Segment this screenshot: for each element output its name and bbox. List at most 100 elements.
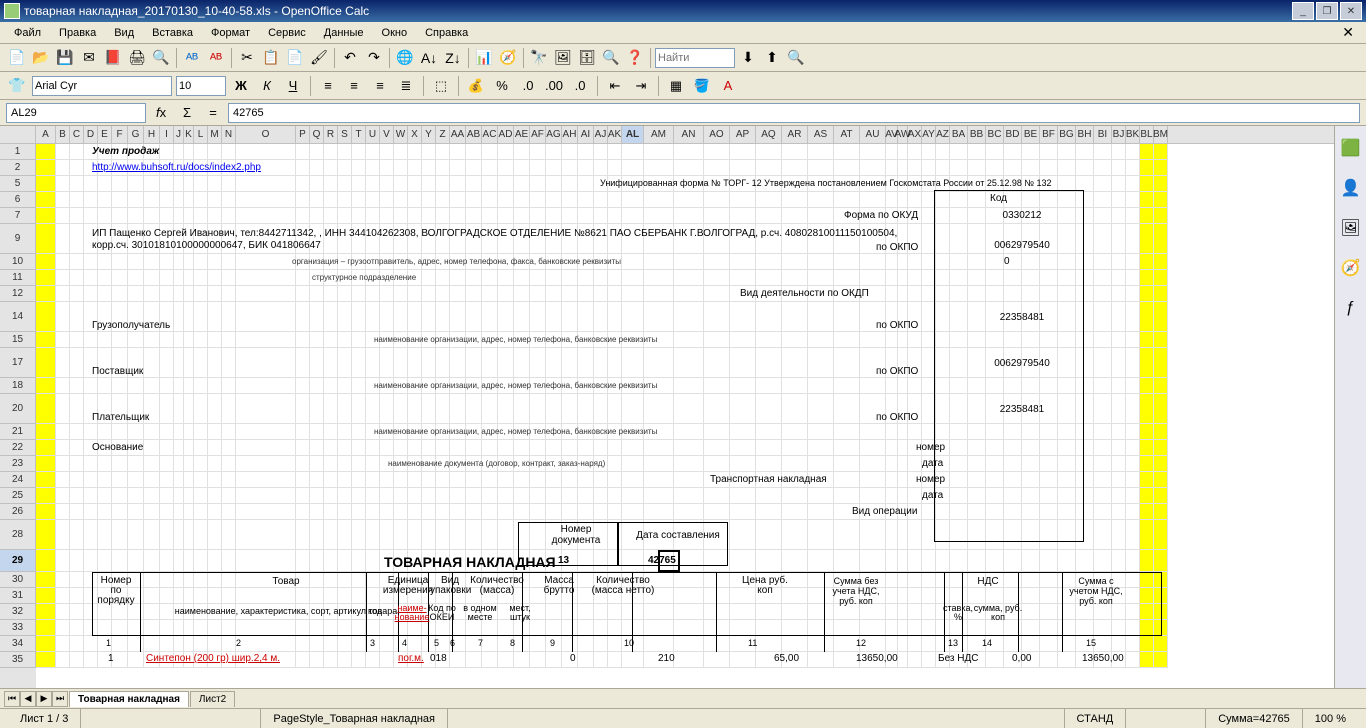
col-header-P[interactable]: P: [296, 126, 310, 143]
col-header-BB[interactable]: BB: [968, 126, 986, 143]
chart-icon[interactable]: 📊: [473, 47, 495, 69]
row-header-31[interactable]: 31: [0, 588, 36, 604]
italic-icon[interactable]: К: [256, 75, 278, 97]
row-header-24[interactable]: 24: [0, 472, 36, 488]
redo-icon[interactable]: ↷: [363, 47, 385, 69]
col-header-X[interactable]: X: [408, 126, 422, 143]
col-header-AK[interactable]: AK: [608, 126, 622, 143]
row-header-6[interactable]: 6: [0, 192, 36, 208]
col-header-BG[interactable]: BG: [1058, 126, 1076, 143]
col-header-T[interactable]: T: [352, 126, 366, 143]
row-header-29[interactable]: 29: [0, 550, 36, 572]
col-header-V[interactable]: V: [380, 126, 394, 143]
doc-close-icon[interactable]: ✕: [1336, 24, 1360, 41]
menu-edit[interactable]: Правка: [51, 25, 104, 41]
col-header-N[interactable]: N: [222, 126, 236, 143]
row-header-34[interactable]: 34: [0, 636, 36, 652]
menu-help[interactable]: Справка: [417, 25, 476, 41]
row-header-35[interactable]: 35: [0, 652, 36, 668]
menu-insert[interactable]: Вставка: [144, 25, 201, 41]
zoom-icon[interactable]: 🔍: [600, 47, 622, 69]
row-header-26[interactable]: 26: [0, 504, 36, 520]
col-header-M[interactable]: M: [208, 126, 222, 143]
properties-icon[interactable]: 🟩: [1339, 136, 1363, 160]
styles-panel-icon[interactable]: 👤: [1339, 176, 1363, 200]
pdf-icon[interactable]: 📕: [102, 47, 124, 69]
help-icon[interactable]: ❓: [624, 47, 646, 69]
row-header-5[interactable]: 5: [0, 176, 36, 192]
find-next-icon[interactable]: ⬆: [761, 47, 783, 69]
align-right-icon[interactable]: ≡: [369, 75, 391, 97]
col-header-C[interactable]: C: [70, 126, 84, 143]
col-header-AC[interactable]: AC: [482, 126, 498, 143]
sort-asc-icon[interactable]: A↓: [418, 47, 440, 69]
col-header-A[interactable]: A: [36, 126, 56, 143]
border-icon[interactable]: ▦: [665, 75, 687, 97]
styles-icon[interactable]: 👕: [6, 75, 28, 97]
col-header-AA[interactable]: AA: [450, 126, 466, 143]
inc-indent-icon[interactable]: ⇥: [630, 75, 652, 97]
navigator-panel-icon[interactable]: 🧭: [1339, 256, 1363, 280]
row-header-33[interactable]: 33: [0, 620, 36, 636]
col-header-AY[interactable]: AY: [922, 126, 936, 143]
formula-input[interactable]: [228, 103, 1360, 123]
row-header-28[interactable]: 28: [0, 520, 36, 550]
underline-icon[interactable]: Ч: [282, 75, 304, 97]
paste-icon[interactable]: 📄: [284, 47, 306, 69]
col-header-AL[interactable]: AL: [622, 126, 644, 143]
merge-icon[interactable]: ⬚: [430, 75, 452, 97]
menu-tools[interactable]: Сервис: [260, 25, 314, 41]
preview-icon[interactable]: 🔍: [150, 47, 172, 69]
col-header-H[interactable]: H: [144, 126, 160, 143]
row-header-22[interactable]: 22: [0, 440, 36, 456]
col-header-AP[interactable]: AP: [730, 126, 756, 143]
col-header-Q[interactable]: Q: [310, 126, 324, 143]
col-header-BD[interactable]: BD: [1004, 126, 1022, 143]
col-header-R[interactable]: R: [324, 126, 338, 143]
col-header-B[interactable]: B: [56, 126, 70, 143]
tab-prev-icon[interactable]: ◀: [20, 691, 36, 707]
col-header-BI[interactable]: BI: [1094, 126, 1112, 143]
fontcolor-icon[interactable]: A: [717, 75, 739, 97]
tab-first-icon[interactable]: ⏮: [4, 691, 20, 707]
row-header-14[interactable]: 14: [0, 302, 36, 332]
col-header-AG[interactable]: AG: [546, 126, 562, 143]
col-header-BC[interactable]: BC: [986, 126, 1004, 143]
undo-icon[interactable]: ↶: [339, 47, 361, 69]
col-header-AZ[interactable]: AZ: [936, 126, 950, 143]
col-header-AH[interactable]: AH: [562, 126, 578, 143]
find-prev-icon[interactable]: ⬇: [737, 47, 759, 69]
tab-next-icon[interactable]: ▶: [36, 691, 52, 707]
menu-data[interactable]: Данные: [316, 25, 372, 41]
navigator-icon[interactable]: 🧭: [497, 47, 519, 69]
currency-icon[interactable]: 💰: [465, 75, 487, 97]
sum-icon[interactable]: Σ: [176, 102, 198, 124]
col-header-AN[interactable]: AN: [674, 126, 704, 143]
col-header-AD[interactable]: AD: [498, 126, 514, 143]
col-header-AQ[interactable]: AQ: [756, 126, 782, 143]
row-header-11[interactable]: 11: [0, 270, 36, 286]
col-header-W[interactable]: W: [394, 126, 408, 143]
dec-indent-icon[interactable]: ⇤: [604, 75, 626, 97]
col-header-AT[interactable]: AT: [834, 126, 860, 143]
col-header-BH[interactable]: BH: [1076, 126, 1094, 143]
row-header-23[interactable]: 23: [0, 456, 36, 472]
col-header-I[interactable]: I: [160, 126, 174, 143]
email-icon[interactable]: ✉: [78, 47, 100, 69]
menu-window[interactable]: Окно: [374, 25, 416, 41]
menu-file[interactable]: Файл: [6, 25, 49, 41]
col-header-D[interactable]: D: [84, 126, 98, 143]
functions-panel-icon[interactable]: ƒ: [1339, 296, 1363, 320]
font-size-combo[interactable]: [176, 76, 226, 96]
col-header-F[interactable]: F: [112, 126, 128, 143]
row-header-2[interactable]: 2: [0, 160, 36, 176]
close-button[interactable]: ✕: [1340, 2, 1362, 20]
restore-button[interactable]: ❐: [1316, 2, 1338, 20]
col-header-BE[interactable]: BE: [1022, 126, 1040, 143]
row-header-9[interactable]: 9: [0, 224, 36, 254]
col-header-Z[interactable]: Z: [436, 126, 450, 143]
col-header-AW[interactable]: AW: [898, 126, 908, 143]
row-header-21[interactable]: 21: [0, 424, 36, 440]
sheet-tab-2[interactable]: Лист2: [190, 691, 235, 707]
row-header-32[interactable]: 32: [0, 604, 36, 620]
